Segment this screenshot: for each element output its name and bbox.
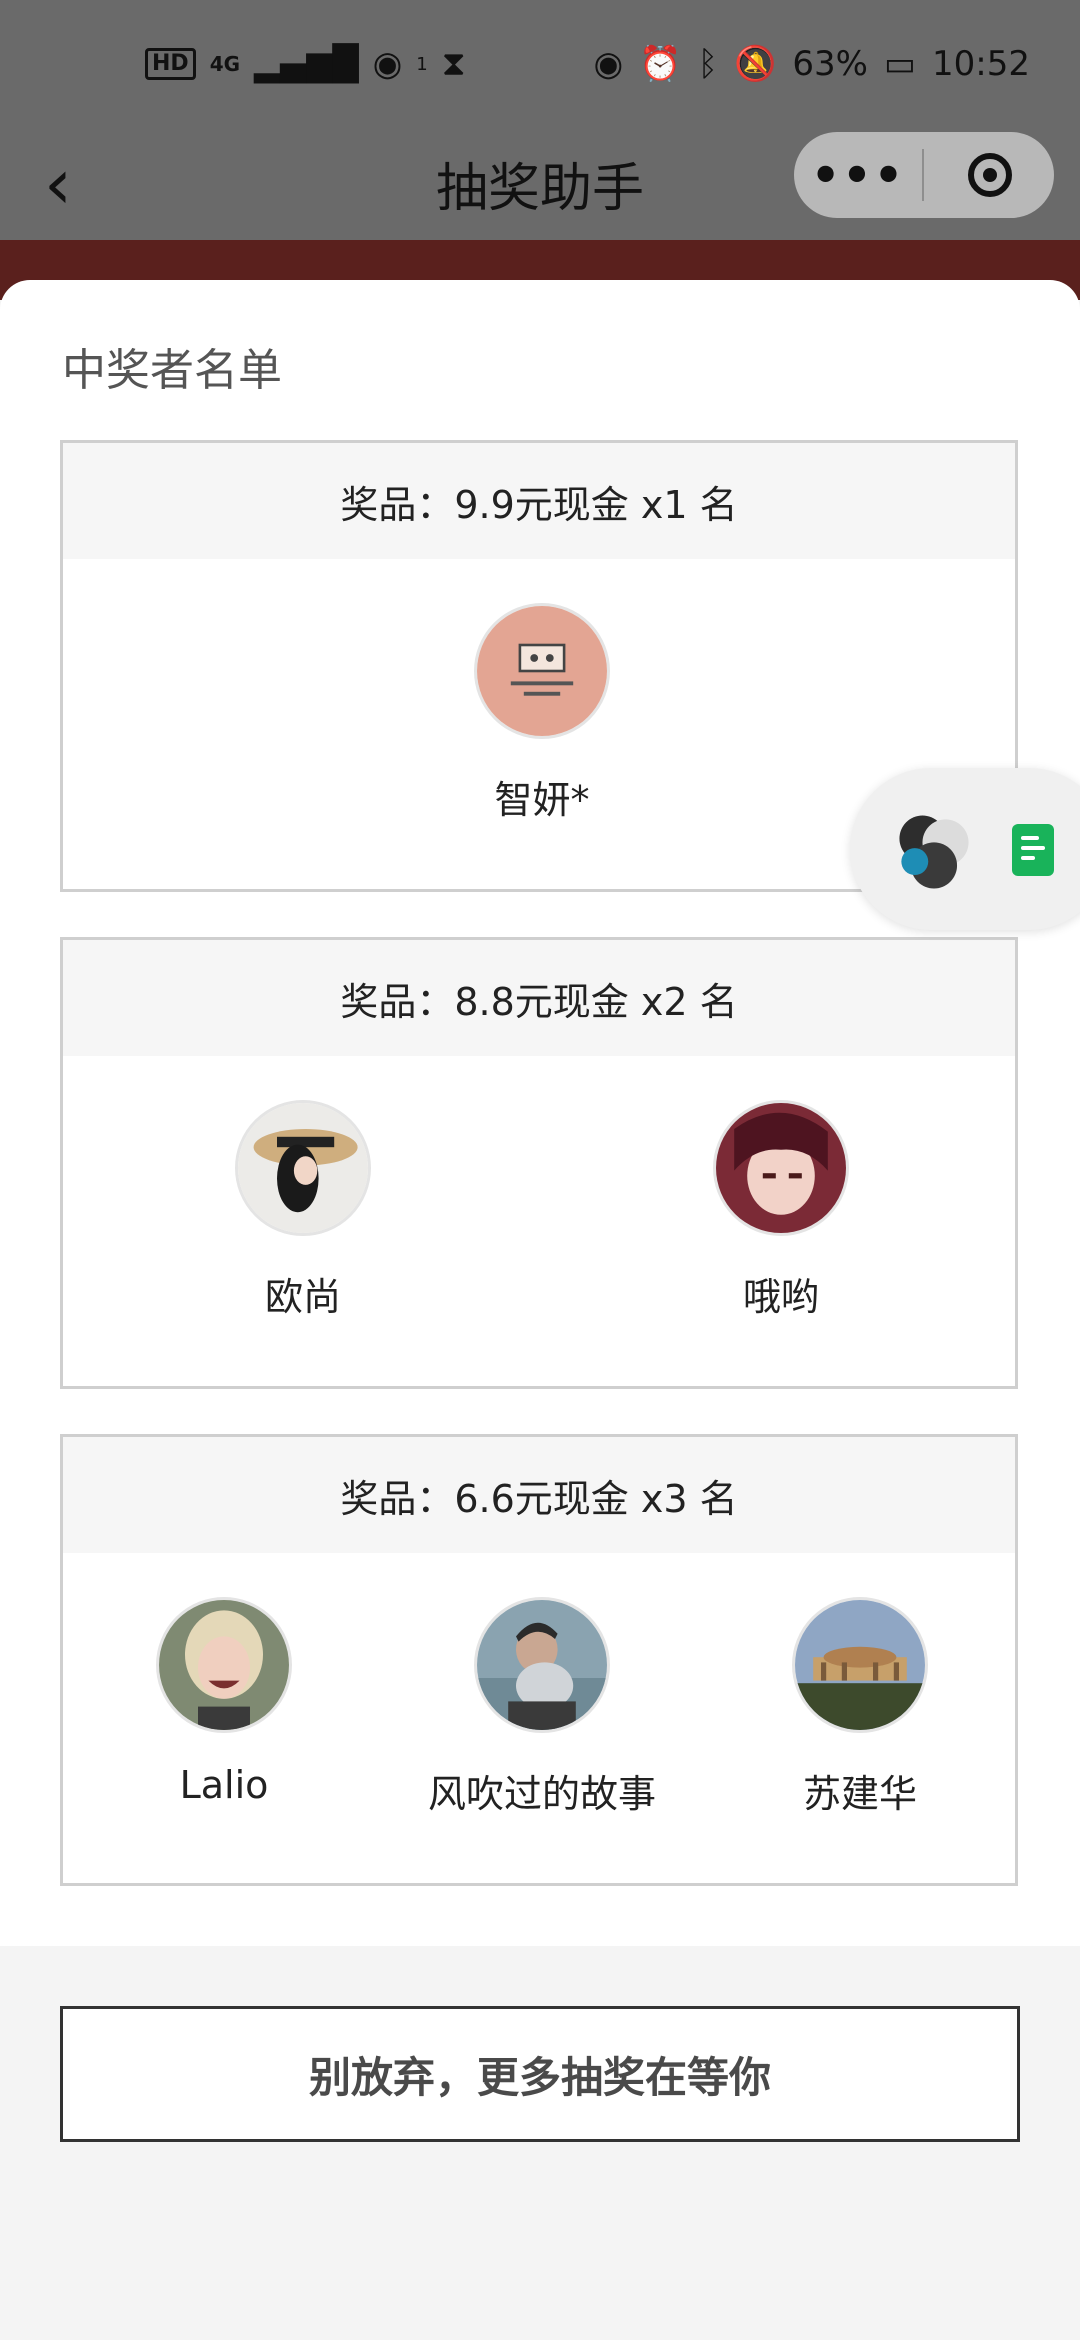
battery-percent: 63% xyxy=(792,44,868,84)
status-bar: HD 4G ▂▄▆█ ◉ 1 ⧗ ◉ ⏰ ᛒ 🔕 63% ▭ 10:52 xyxy=(0,0,1080,130)
prize-header: 奖品：9.9元现金 x1 名 xyxy=(63,443,1015,559)
avatar[interactable] xyxy=(156,1597,292,1733)
winner-name: 苏建华 xyxy=(802,1772,917,1816)
winner-list: 欧尚 哦哟 xyxy=(63,1056,1015,1386)
floating-window-bubble[interactable] xyxy=(850,768,1080,930)
mute-icon: 🔕 xyxy=(733,44,777,84)
clock: 10:52 xyxy=(932,44,1030,84)
winner-item[interactable]: 风吹过的故事 xyxy=(392,1597,692,1818)
winner-item[interactable]: 智妍* xyxy=(392,603,692,824)
avatar[interactable] xyxy=(235,1100,371,1236)
network-label: 4G xyxy=(209,52,241,76)
capsule-divider xyxy=(922,149,924,201)
winner-name: 智妍* xyxy=(494,778,590,822)
target-circle-icon[interactable] xyxy=(968,153,1012,197)
winner-name: 风吹过的故事 xyxy=(427,1772,656,1816)
prize-header: 奖品：8.8元现金 x2 名 xyxy=(63,940,1015,1056)
eye-icon: ◉ xyxy=(593,44,624,84)
winner-item[interactable]: Lalio xyxy=(74,1597,374,1807)
avatar[interactable] xyxy=(792,1597,928,1733)
document-icon[interactable] xyxy=(1012,824,1054,876)
signal-icon: ▂▄▆█ xyxy=(254,44,359,84)
hd-icon: HD xyxy=(145,48,196,80)
status-right: ◉ ⏰ ᛒ 🔕 63% ▭ 10:52 xyxy=(594,44,1030,84)
winner-name: 欧尚 xyxy=(264,1275,341,1319)
nav-bar: ‹ 抽奖助手 ••• xyxy=(0,130,1080,240)
prize-header: 奖品：6.6元现金 x3 名 xyxy=(63,1437,1015,1553)
avatar[interactable] xyxy=(474,1597,610,1733)
status-left: HD 4G ▂▄▆█ ◉ 1 ⧗ xyxy=(145,44,466,84)
battery-icon: ▭ xyxy=(883,44,917,84)
bluetooth-icon: ᛒ xyxy=(697,44,718,84)
winners-list-title: 中奖者名单 xyxy=(62,345,282,396)
more-lotteries-button[interactable]: 别放弃，更多抽奖在等你 xyxy=(60,2006,1020,2142)
winner-list: Lalio 风吹过的故事 苏建华 xyxy=(63,1553,1015,1883)
winner-item[interactable]: 欧尚 xyxy=(153,1100,453,1321)
avatar[interactable] xyxy=(474,603,610,739)
avatar[interactable] xyxy=(713,1100,849,1236)
winner-name: 哦哟 xyxy=(742,1275,819,1319)
hotspot-icon: ◉ xyxy=(372,44,403,84)
recent-apps-icon[interactable] xyxy=(886,804,982,900)
winners-sheet: 中奖者名单 奖品：9.9元现金 x1 名 智妍* 奖品：8.8元现金 x2 名 … xyxy=(0,280,1080,1946)
hotspot-count: 1 xyxy=(416,53,428,75)
alarm-icon: ⏰ xyxy=(639,44,682,84)
hourglass-icon: ⧗ xyxy=(441,44,466,84)
winner-item[interactable]: 苏建华 xyxy=(710,1597,1010,1818)
more-dots-icon[interactable]: ••• xyxy=(794,148,922,202)
miniprogram-capsule: ••• xyxy=(794,132,1054,218)
prize-card: 奖品：8.8元现金 x2 名 欧尚 哦哟 xyxy=(60,937,1018,1389)
prize-card: 奖品：6.6元现金 x3 名 Lalio 风吹过的故事 苏建华 xyxy=(60,1434,1018,1886)
winner-name: Lalio xyxy=(179,1763,269,1807)
winner-item[interactable]: 哦哟 xyxy=(631,1100,931,1321)
